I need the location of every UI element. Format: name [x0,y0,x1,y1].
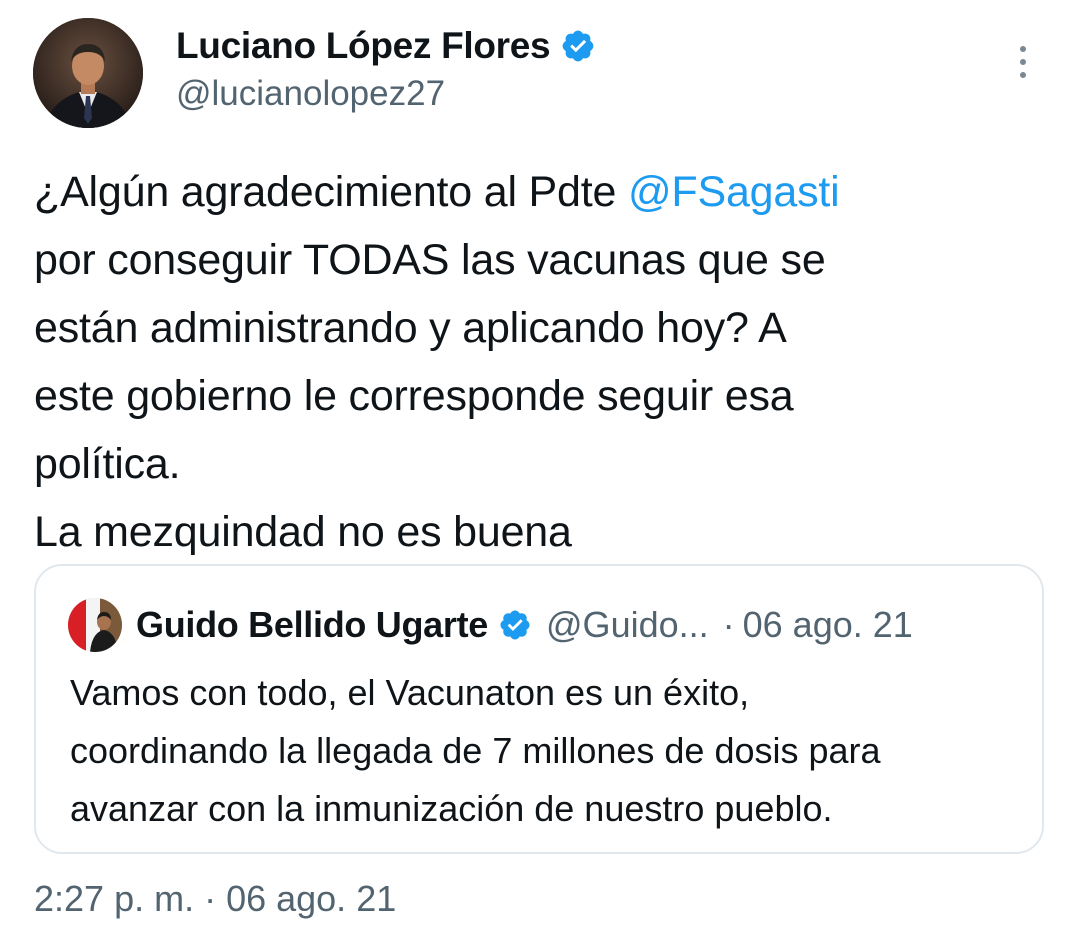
tweet-timestamp[interactable]: 2:27 p. m. · 06 ago. 21 [34,878,396,920]
quoted-tweet-line: coordinando la llegada de 7 millones de … [70,730,881,771]
tweet-line: La mezquindad no es buena [34,508,572,556]
tweet-text: ¿Algún agradecimiento al Pdte @FSagasti … [34,158,1044,566]
tweet-line-text: ¿Algún agradecimiento al Pdte [34,168,628,216]
more-dot [1020,46,1026,52]
quoted-author-handle: @Guido... [546,604,709,645]
verified-badge-icon [498,608,532,642]
tweet-line: este gobierno le corresponde seguir esa [34,372,794,420]
quoted-author-name[interactable]: Guido Bellido Ugarte [136,604,488,646]
verified-badge-icon[interactable] [560,28,596,64]
quoted-tweet-text: Vamos con todo, el Vacunaton es un éxito… [70,664,1030,838]
more-dot [1020,72,1026,78]
author-avatar[interactable] [33,18,143,128]
quoted-tweet-line: avanzar con la inmunización de nuestro p… [70,788,833,829]
tweet-line: ¿Algún agradecimiento al Pdte @FSagasti [34,158,1044,226]
mention-link[interactable]: @FSagasti [628,168,840,216]
tweet-line: política. [34,440,181,488]
more-options-icon[interactable] [1008,40,1038,84]
author-name[interactable]: Luciano López Flores [176,25,551,67]
quoted-tweet-card[interactable]: Guido Bellido Ugarte @Guido... · 06 ago.… [34,564,1044,854]
tweet: Luciano López Flores @lucianolopez27 ¿Al… [0,0,1080,937]
more-dot [1020,59,1026,65]
author-name-row: Luciano López Flores [176,22,596,70]
quoted-tweet-date: 06 ago. 21 [742,604,913,645]
quoted-tweet-line: Vamos con todo, el Vacunaton es un éxito… [70,672,750,713]
avatar-image [33,18,143,128]
author-handle[interactable]: @lucianolopez27 [176,74,445,114]
tweet-line: por conseguir TODAS las vacunas que se [34,236,826,284]
quoted-tweet-header: Guido Bellido Ugarte @Guido... · 06 ago.… [68,598,913,652]
tweet-line: están administrando y aplicando hoy? A [34,304,787,352]
quoted-author-avatar[interactable] [68,598,122,652]
quoted-separator: · [722,604,735,645]
